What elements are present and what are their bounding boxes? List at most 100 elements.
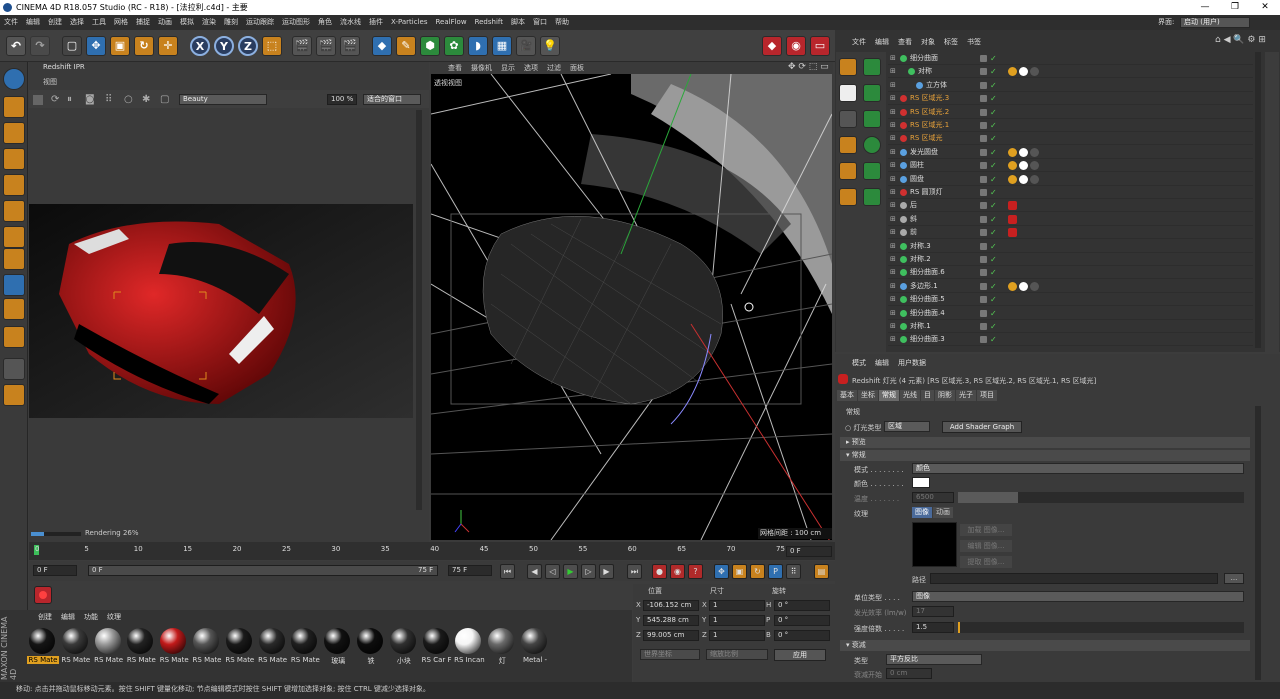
visibility-icon[interactable] [980, 68, 987, 76]
lock-icon[interactable] [3, 358, 25, 380]
attribute-tab[interactable]: 目 [921, 390, 934, 401]
redshift-tag-icon[interactable] [1008, 201, 1017, 211]
viewport-nav-icons[interactable]: ✥ ⟳ ⬚ ▭ [788, 62, 829, 72]
edit-image-button[interactable]: 编辑 图像... [960, 540, 1012, 552]
render-settings-icon[interactable]: 🎬 [340, 36, 360, 56]
section-decay[interactable]: ▾ 衰减 [840, 640, 1250, 651]
enabled-check-icon[interactable]: ✓ [990, 135, 998, 143]
menu-item[interactable]: Redshift [471, 18, 507, 26]
object-row[interactable]: ⊞ 斜 ✓ [888, 213, 1253, 226]
material-swatch[interactable]: RS Mate [27, 628, 59, 666]
menu-item[interactable]: 动画 [154, 18, 176, 26]
render-picture-viewer-icon[interactable]: 🎬 [316, 36, 336, 56]
expand-icon[interactable]: ⊞ [890, 213, 896, 225]
object-row[interactable]: ⊞ RS 圆顶灯 ✓ [888, 186, 1253, 199]
object-row[interactable]: ⊞ 圆盘 ✓ [888, 173, 1253, 186]
object-name[interactable]: 对称.1 [910, 320, 931, 332]
menu-item[interactable]: X-Particles [387, 18, 431, 26]
enabled-check-icon[interactable]: ✓ [990, 242, 998, 250]
close-button[interactable]: ✕ [1250, 0, 1280, 15]
visibility-icon[interactable] [980, 215, 987, 223]
expand-icon[interactable]: ⊞ [890, 106, 896, 118]
redshift-tag-icon[interactable] [1008, 228, 1017, 238]
visibility-icon[interactable] [980, 122, 987, 129]
visibility-icon[interactable] [980, 162, 987, 170]
enabled-check-icon[interactable]: ✓ [990, 323, 998, 331]
material-swatch[interactable]: RS Mate [224, 628, 254, 666]
material-swatch[interactable]: RS Mate [191, 628, 221, 666]
texture-mode-icon[interactable] [3, 122, 25, 144]
expand-icon[interactable]: ⊞ [890, 79, 896, 91]
material-tag-icon[interactable] [1008, 161, 1017, 171]
viewport-menu-item[interactable]: 选项 [524, 64, 538, 72]
enabled-check-icon[interactable]: ✓ [990, 296, 998, 304]
aov-select[interactable]: Beauty [179, 94, 267, 105]
floor-icon[interactable]: ▦ [492, 36, 512, 56]
timeline-end-field[interactable]: 0 F [786, 546, 832, 557]
snapshot-icon[interactable]: ◙ [85, 94, 95, 105]
enabled-check-icon[interactable]: ✓ [990, 148, 998, 156]
pause-icon[interactable]: ⏸ [67, 94, 72, 105]
visibility-icon[interactable] [980, 55, 987, 62]
object-name[interactable]: 发光圆盘 [910, 146, 938, 158]
attribute-menu-item[interactable]: 用户数据 [898, 359, 926, 367]
attribute-tab[interactable]: 坐标 [858, 390, 878, 401]
expand-icon[interactable]: ⊞ [890, 240, 896, 252]
material-swatch[interactable]: RS Car F [421, 628, 452, 666]
settings-icon[interactable]: ✱ [142, 94, 150, 105]
attribute-tab[interactable]: 项目 [977, 390, 997, 401]
enabled-check-icon[interactable]: ✓ [990, 122, 998, 130]
visibility-icon[interactable] [980, 189, 987, 196]
material-tag-icon[interactable] [1008, 67, 1017, 77]
end-frame-field[interactable]: 75 F [448, 565, 492, 576]
expand-icon[interactable]: ⊞ [890, 186, 896, 198]
rotation-field[interactable]: 0 ° [774, 630, 830, 641]
workplane-icon[interactable] [3, 148, 25, 170]
viewport-canvas[interactable]: 透视视图 [431, 74, 832, 540]
position-field[interactable]: 99.005 cm [643, 630, 699, 641]
object-row[interactable]: ⊞ 多边形.1 ✓ [888, 280, 1253, 293]
object-menu-item[interactable]: 对象 [921, 38, 935, 46]
section-preview[interactable]: ▸ 预览 [840, 437, 1250, 448]
object-row[interactable]: ⊞ 对称.2 ✓ [888, 253, 1253, 266]
visibility-icon[interactable] [980, 242, 987, 250]
visibility-icon[interactable] [980, 202, 987, 210]
attribute-tab[interactable]: 光子 [956, 390, 976, 401]
enabled-check-icon[interactable]: ✓ [990, 309, 998, 317]
object-name[interactable]: RS 区域光 [910, 132, 943, 144]
menu-item[interactable]: 雕刻 [220, 18, 242, 26]
menu-item[interactable]: 编辑 [22, 18, 44, 26]
object-name[interactable]: RS 区域光.1 [910, 119, 949, 131]
undo-icon[interactable]: ↶ [6, 36, 26, 56]
attribute-tab[interactable]: 基本 [837, 390, 857, 401]
light-type-select[interactable]: 区域 [884, 421, 930, 432]
material-tag-icon[interactable] [1030, 174, 1039, 184]
om-nav-icons[interactable]: ⌂ ◀ 🔍 ⚙ ⊞ [1215, 35, 1266, 45]
object-row[interactable]: ⊞ RS 区域光 ✓ [888, 132, 1253, 146]
om-tool-11-icon[interactable] [839, 188, 857, 206]
om-tool-4-icon[interactable] [863, 84, 881, 102]
expand-icon[interactable]: ⊞ [890, 52, 896, 64]
object-name[interactable]: 对称 [918, 65, 932, 77]
autokey-icon[interactable]: ◉ [670, 564, 685, 579]
enabled-check-icon[interactable]: ✓ [990, 162, 998, 170]
section-normal[interactable]: ▾ 常规 [840, 450, 1250, 461]
select-tool-icon[interactable]: ▢ [62, 36, 82, 56]
grid-icon[interactable]: ⠿ [105, 94, 112, 105]
attribute-menu-item[interactable]: 编辑 [875, 359, 889, 367]
key-param-icon[interactable]: P [768, 564, 783, 579]
camera-icon[interactable]: 🎥 [516, 36, 536, 56]
menu-item[interactable]: 流水线 [336, 18, 365, 26]
expand-icon[interactable]: ⊞ [890, 173, 896, 185]
keyframe-selection-icon[interactable]: ? [688, 564, 703, 579]
enabled-check-icon[interactable]: ✓ [990, 269, 998, 277]
goto-start-icon[interactable]: ⏮ [500, 564, 515, 579]
texture-image-tab[interactable]: 图像 [912, 507, 932, 518]
layout-select[interactable]: 启动 (用户) [1180, 17, 1250, 28]
expand-icon[interactable]: ⊞ [890, 146, 896, 158]
object-row[interactable]: ⊞ 细分曲面.5 ✓ [888, 293, 1253, 307]
visibility-icon[interactable] [980, 269, 987, 277]
expand-icon[interactable]: ⊞ [890, 307, 896, 319]
object-name[interactable]: RS 圆顶灯 [910, 186, 943, 198]
enabled-check-icon[interactable]: ✓ [990, 229, 998, 237]
